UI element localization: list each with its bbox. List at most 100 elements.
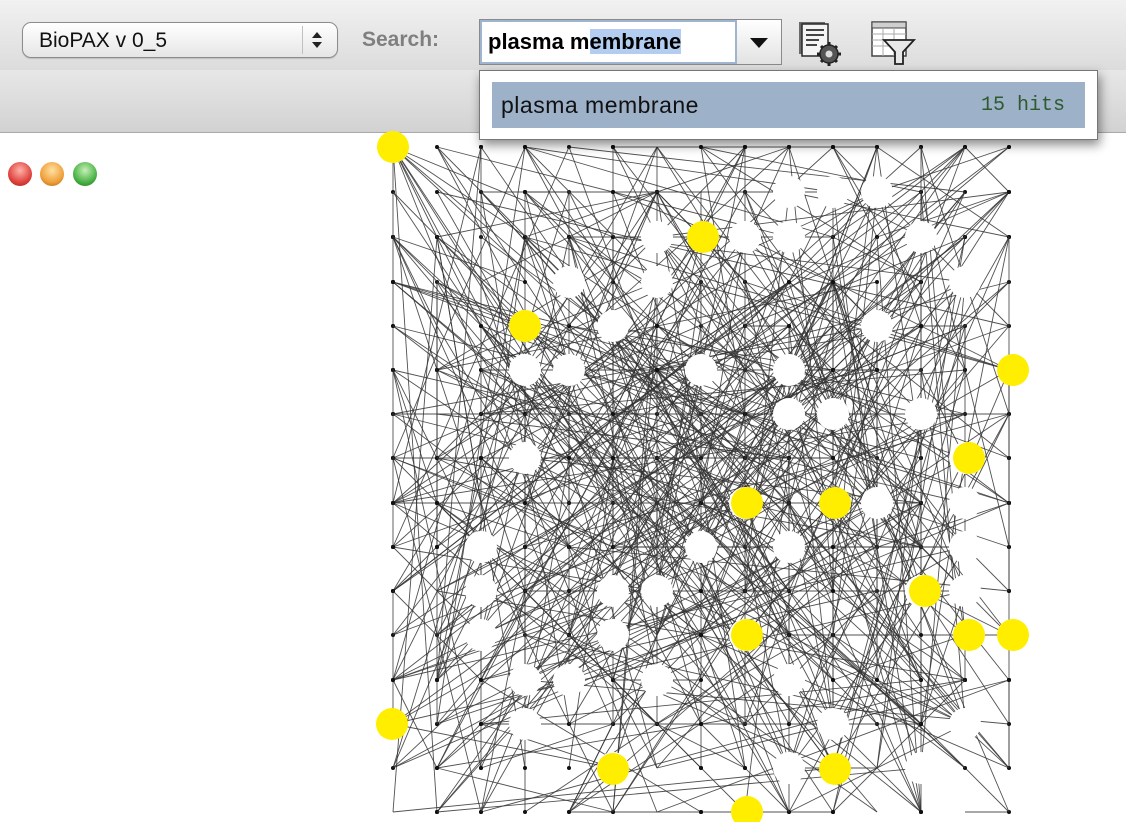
highlighted-node[interactable] xyxy=(687,221,719,253)
highlighted-node[interactable] xyxy=(731,619,763,651)
network-node[interactable] xyxy=(553,266,585,298)
network-node[interactable] xyxy=(641,221,673,253)
edge-arrowhead xyxy=(699,589,703,593)
network-node[interactable] xyxy=(905,752,937,784)
network-node[interactable] xyxy=(817,708,849,740)
edge-arrowhead xyxy=(1007,190,1011,194)
network-node[interactable] xyxy=(773,354,805,386)
highlighted-node[interactable] xyxy=(819,753,851,785)
edge-arrowhead xyxy=(611,412,615,416)
network-node[interactable] xyxy=(949,531,981,563)
network-node[interactable] xyxy=(465,531,497,563)
network-node[interactable] xyxy=(773,176,805,208)
network-node[interactable] xyxy=(509,442,541,474)
network-node[interactable] xyxy=(729,221,761,253)
edge-arrowhead xyxy=(391,280,395,284)
network-node[interactable] xyxy=(773,398,805,430)
highlighted-node[interactable] xyxy=(953,442,985,474)
highlighted-node[interactable] xyxy=(953,619,985,651)
network-edge xyxy=(700,590,834,769)
edge-arrowhead xyxy=(787,324,791,328)
network-node[interactable] xyxy=(861,487,893,519)
network-node[interactable] xyxy=(509,708,541,740)
network-node[interactable] xyxy=(773,531,805,563)
network-node[interactable] xyxy=(905,221,937,253)
edge-arrowhead xyxy=(567,810,571,814)
network-node[interactable] xyxy=(641,575,673,607)
network-node[interactable] xyxy=(465,575,497,607)
edge-arrowhead xyxy=(919,633,923,637)
edge-arrowhead xyxy=(523,280,527,284)
edge-arrowhead xyxy=(435,766,439,770)
network-edge xyxy=(964,146,1010,193)
highlighted-node[interactable] xyxy=(997,619,1029,651)
network-node[interactable] xyxy=(817,398,849,430)
edge-arrowhead xyxy=(435,545,439,549)
edge-arrowhead xyxy=(919,324,923,328)
edge-arrowhead xyxy=(699,145,703,149)
network-node[interactable] xyxy=(553,664,585,696)
network-edge xyxy=(788,413,1010,813)
suggestion-item[interactable]: plasma membrane 15 hits xyxy=(492,82,1085,128)
edge-arrowhead xyxy=(831,145,835,149)
network-node[interactable] xyxy=(773,221,805,253)
network-node[interactable] xyxy=(949,575,981,607)
network-node[interactable] xyxy=(641,664,673,696)
edge-arrowhead xyxy=(611,456,615,460)
edge-arrowhead xyxy=(479,766,483,770)
network-node[interactable] xyxy=(817,176,849,208)
edge-arrowhead xyxy=(567,766,571,770)
edge-arrowhead xyxy=(567,456,571,460)
highlighted-node[interactable] xyxy=(731,796,763,822)
network-node[interactable] xyxy=(509,354,541,386)
highlighted-node[interactable] xyxy=(997,354,1029,386)
network-node[interactable] xyxy=(553,354,585,386)
highlighted-node[interactable] xyxy=(909,575,941,607)
edge-arrowhead xyxy=(699,810,703,814)
highlighted-node[interactable] xyxy=(819,487,851,519)
network-node[interactable] xyxy=(597,575,629,607)
network-node[interactable] xyxy=(949,266,981,298)
edge-arrowhead xyxy=(831,678,835,682)
edge-arrowhead xyxy=(523,190,527,194)
edge-arrowhead xyxy=(391,545,395,549)
edge-arrowhead xyxy=(875,678,879,682)
edge-arrowhead xyxy=(699,678,703,682)
highlighted-node[interactable] xyxy=(597,753,629,785)
edge-arrowhead xyxy=(523,766,527,770)
network-node[interactable] xyxy=(773,664,805,696)
edge-arrowhead xyxy=(391,501,395,505)
edge-arrowhead xyxy=(743,766,747,770)
edge-arrowhead xyxy=(919,810,923,814)
edge-arrowhead xyxy=(699,766,703,770)
suggestion-hits: 15 hits xyxy=(980,94,1065,117)
network-node[interactable] xyxy=(861,310,893,342)
network-node[interactable] xyxy=(509,664,541,696)
network-node[interactable] xyxy=(597,310,629,342)
network-node[interactable] xyxy=(597,619,629,651)
edge-arrowhead xyxy=(479,324,483,328)
network-node[interactable] xyxy=(773,752,805,784)
edge-arrowhead xyxy=(479,456,483,460)
edge-arrowhead xyxy=(699,633,703,637)
network-node[interactable] xyxy=(641,266,673,298)
suggestion-term: plasma membrane xyxy=(501,92,699,118)
network-node[interactable] xyxy=(465,619,497,651)
network-node[interactable] xyxy=(949,487,981,519)
edge-arrowhead xyxy=(787,280,791,284)
network-edge xyxy=(392,546,526,636)
highlighted-node[interactable] xyxy=(377,131,409,163)
edge-arrowhead xyxy=(479,722,483,726)
network-node[interactable] xyxy=(949,708,981,740)
network-node[interactable] xyxy=(861,176,893,208)
highlighted-node[interactable] xyxy=(509,310,541,342)
network-node[interactable] xyxy=(685,531,717,563)
network-node[interactable] xyxy=(685,354,717,386)
edge-arrowhead xyxy=(875,280,879,284)
edge-arrowhead xyxy=(435,145,439,149)
highlighted-node[interactable] xyxy=(376,708,408,740)
network-node[interactable] xyxy=(905,398,937,430)
search-suggestions-popup: plasma membrane 15 hits xyxy=(479,70,1098,140)
highlighted-node[interactable] xyxy=(731,487,763,519)
network-edge xyxy=(568,146,966,193)
